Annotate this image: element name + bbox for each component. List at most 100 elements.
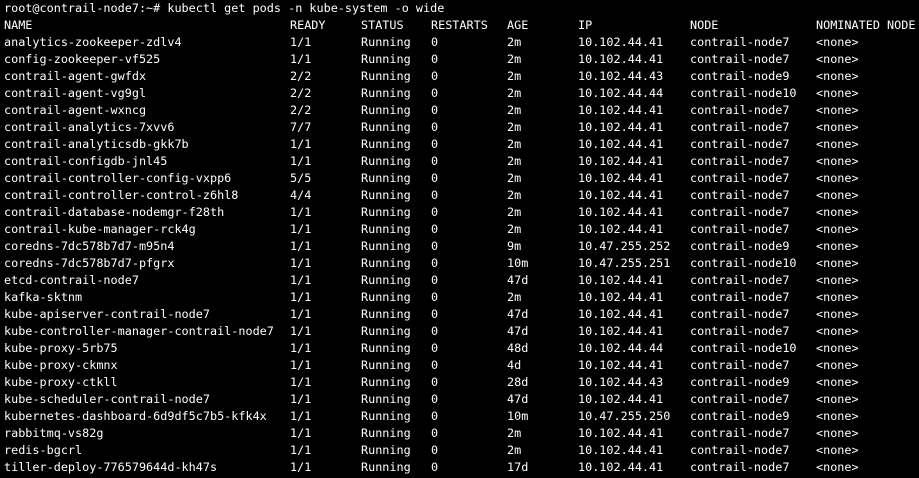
- pod-age: 2m: [507, 154, 522, 168]
- pod-nominated-node: <none>: [816, 222, 859, 236]
- pod-age: 47d: [507, 392, 529, 406]
- pod-status: Running: [361, 409, 411, 423]
- pod-ready: 1/1: [290, 426, 312, 440]
- pod-age: 2m: [507, 443, 522, 457]
- pod-name: coredns-7dc578b7d7-m95n4: [4, 239, 175, 253]
- pod-ip: 10.102.44.41: [578, 52, 664, 66]
- header-name: NAME: [4, 18, 33, 32]
- pod-ip: 10.102.44.41: [578, 290, 664, 304]
- pod-age: 10m: [507, 409, 529, 423]
- pod-nominated-node: <none>: [816, 341, 859, 355]
- pod-ip: 10.102.44.41: [578, 426, 664, 440]
- pod-status: Running: [361, 205, 411, 219]
- pod-node: contrail-node7: [690, 460, 790, 474]
- table-row: redis-bgcrl 1/1 Running 0 2m 10.102.44.41 cont…: [0, 442, 919, 459]
- pod-restarts: 0: [431, 426, 439, 440]
- pod-ip: 10.102.44.41: [578, 103, 664, 117]
- pod-age: 47d: [507, 273, 529, 287]
- pod-status: Running: [361, 137, 411, 151]
- pod-nominated-node: <none>: [816, 205, 859, 219]
- table-row: kafka-sktnm 1/1 Running 0 2m 10.102.44.41 cont…: [0, 289, 919, 306]
- pod-nominated-node: <none>: [816, 103, 859, 117]
- pod-status: Running: [361, 52, 411, 66]
- header-age: AGE: [507, 18, 529, 32]
- pod-ready: 4/4: [290, 188, 312, 202]
- table-row: kube-scheduler-contrail-node7 1/1 Running 0…: [0, 391, 919, 408]
- pod-age: 2m: [507, 103, 522, 117]
- pod-ready: 1/1: [290, 52, 312, 66]
- pod-nominated-node: <none>: [816, 392, 859, 406]
- pod-ip: 10.102.44.41: [578, 120, 664, 134]
- pod-restarts: 0: [431, 290, 439, 304]
- pod-nominated-node: <none>: [816, 69, 859, 83]
- pod-restarts: 0: [431, 273, 439, 287]
- header-restarts: RESTARTS: [431, 18, 488, 32]
- pod-node: contrail-node7: [690, 154, 790, 168]
- pod-age: 2m: [507, 52, 522, 66]
- pod-restarts: 0: [431, 205, 439, 219]
- pod-name: contrail-configdb-jnl45: [4, 154, 168, 168]
- pod-name: kube-controller-manager-contrail-node7: [4, 324, 274, 338]
- pod-name: contrail-analytics-7xvv6: [4, 120, 175, 134]
- pod-ip: 10.47.255.251: [578, 256, 671, 270]
- pod-node: contrail-node7: [690, 188, 790, 202]
- table-row: contrail-kube-manager-rck4g 1/1 Running 0 2m…: [0, 221, 919, 238]
- table-row: kube-proxy-ctkll 1/1 Running 0 28d 10.102.44.…: [0, 374, 919, 391]
- pod-node: contrail-node7: [690, 358, 790, 372]
- pod-ip: 10.102.44.43: [578, 69, 664, 83]
- pod-nominated-node: <none>: [816, 358, 859, 372]
- pod-restarts: 0: [431, 222, 439, 236]
- pod-name: config-zookeeper-vf525: [4, 52, 161, 66]
- pod-name: contrail-controller-control-z6hl8: [4, 188, 239, 202]
- pod-age: 2m: [507, 205, 522, 219]
- pod-restarts: 0: [431, 239, 439, 253]
- pod-node: contrail-node10: [690, 86, 797, 100]
- pod-status: Running: [361, 324, 411, 338]
- pod-list: analytics-zookeeper-zdlv4 1/1 Running 0 2m 10…: [0, 34, 919, 476]
- pod-ready: 1/1: [290, 375, 312, 389]
- header-ready: READY: [290, 18, 326, 32]
- pod-restarts: 0: [431, 256, 439, 270]
- pod-ip: 10.102.44.41: [578, 188, 664, 202]
- pod-node: contrail-node10: [690, 341, 797, 355]
- pod-status: Running: [361, 273, 411, 287]
- pod-status: Running: [361, 103, 411, 117]
- pod-nominated-node: <none>: [816, 273, 859, 287]
- pod-age: 48d: [507, 341, 529, 355]
- table-row: contrail-analyticsdb-gkk7b 1/1 Running 0 2m 1…: [0, 136, 919, 153]
- pod-age: 17d: [507, 460, 529, 474]
- pod-restarts: 0: [431, 341, 439, 355]
- table-row: kube-controller-manager-contrail-node7 1/…: [0, 323, 919, 340]
- header-node: NODE: [690, 18, 719, 32]
- pod-name: kube-proxy-5rb75: [4, 341, 118, 355]
- pod-age: 2m: [507, 290, 522, 304]
- pod-restarts: 0: [431, 324, 439, 338]
- pod-ip: 10.102.44.41: [578, 205, 664, 219]
- pod-age: 9m: [507, 239, 522, 253]
- pod-ready: 7/7: [290, 120, 312, 134]
- table-row: config-zookeeper-vf525 1/1 Running 0 2m 10.10…: [0, 51, 919, 68]
- pod-ip: 10.102.44.41: [578, 154, 664, 168]
- pod-ready: 2/2: [290, 69, 312, 83]
- pod-status: Running: [361, 222, 411, 236]
- pod-nominated-node: <none>: [816, 154, 859, 168]
- table-row: kube-apiserver-contrail-node7 1/1 Running 0…: [0, 306, 919, 323]
- pod-node: contrail-node7: [690, 392, 790, 406]
- terminal-window[interactable]: root@contrail-node7:~# kubectl get pods …: [0, 0, 919, 478]
- pod-ip: 10.47.255.252: [578, 239, 671, 253]
- pod-status: Running: [361, 375, 411, 389]
- pod-nominated-node: <none>: [816, 290, 859, 304]
- pod-status: Running: [361, 426, 411, 440]
- pod-nominated-node: <none>: [816, 188, 859, 202]
- pod-name: kube-proxy-ckmnx: [4, 358, 118, 372]
- pod-node: contrail-node7: [690, 171, 790, 185]
- pod-node: contrail-node7: [690, 205, 790, 219]
- table-row: contrail-controller-config-vxpp6 5/5 Runni…: [0, 170, 919, 187]
- pod-ip: 10.102.44.41: [578, 324, 664, 338]
- header-nominated-node: NOMINATED NODE: [816, 18, 916, 32]
- pod-ready: 1/1: [290, 307, 312, 321]
- pod-ip: 10.102.44.41: [578, 443, 664, 457]
- pod-node: contrail-node7: [690, 290, 790, 304]
- header-status: STATUS: [361, 18, 404, 32]
- table-row: contrail-agent-wxncg 2/2 Running 0 2m 10.102.…: [0, 102, 919, 119]
